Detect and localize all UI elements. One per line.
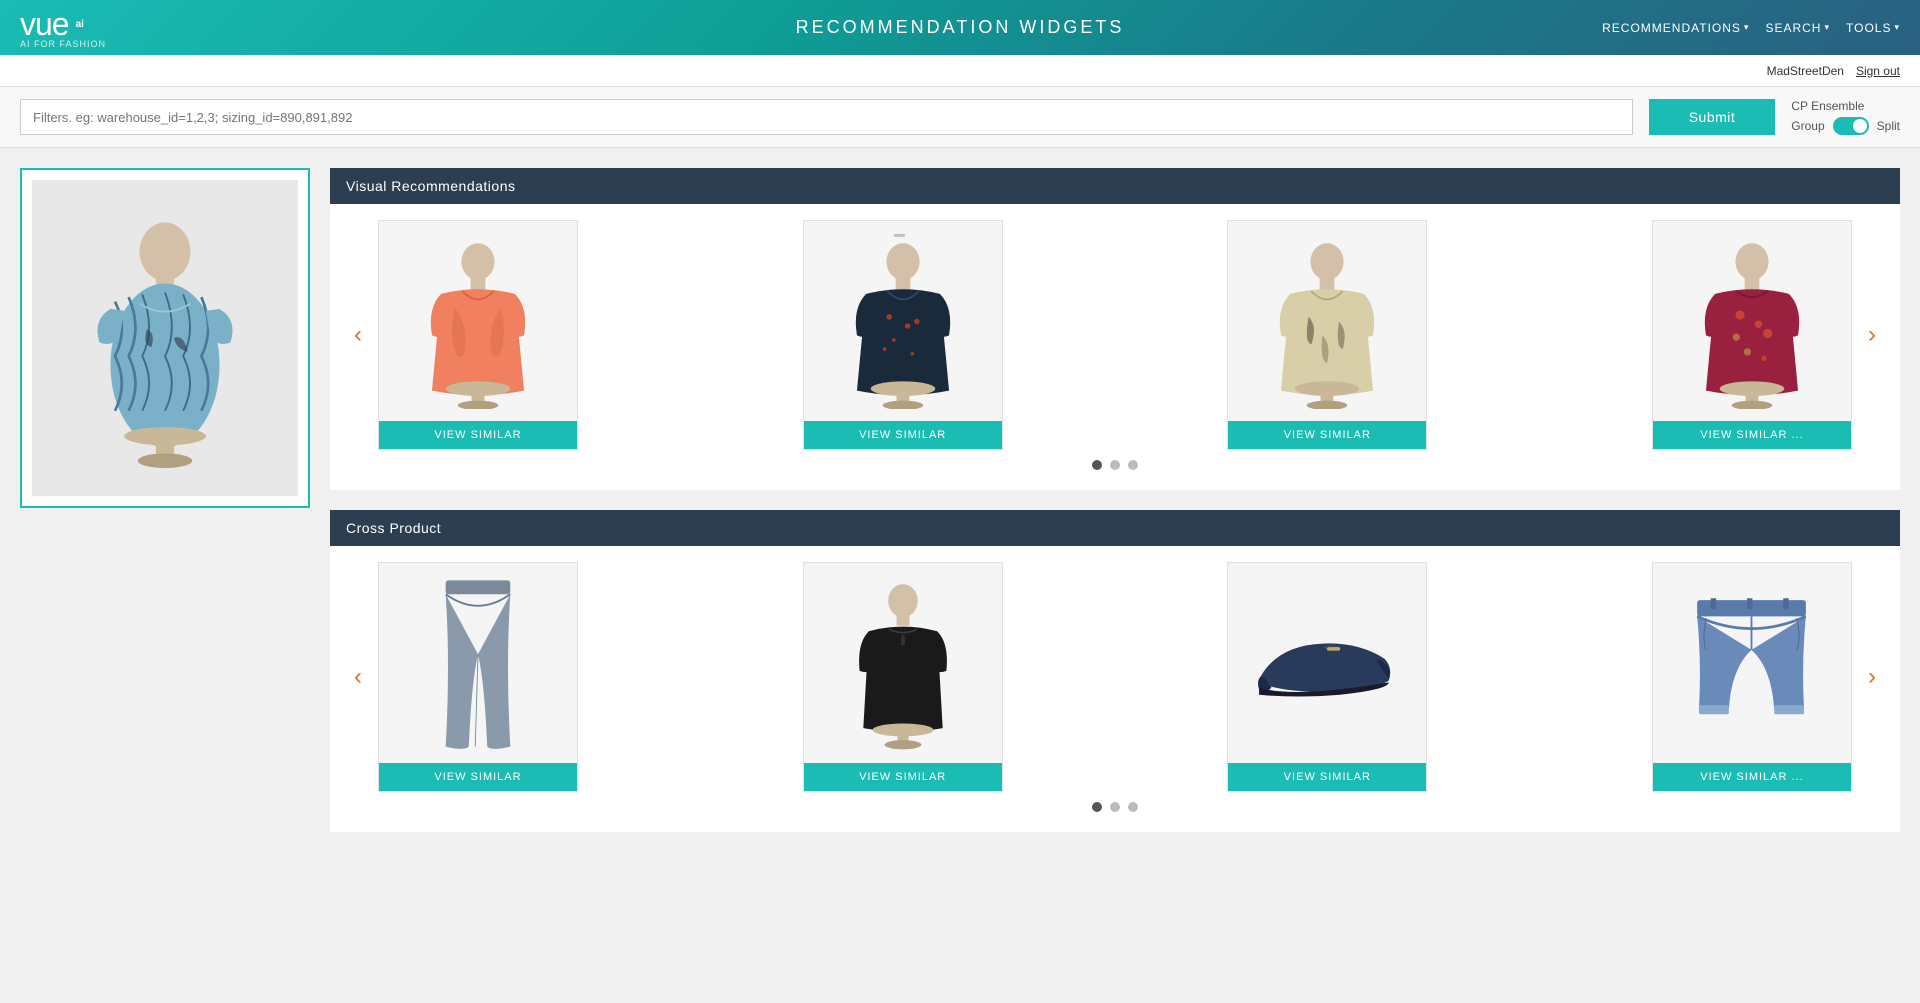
dot-2[interactable]	[1110, 460, 1120, 470]
cross-dot-2[interactable]	[1110, 802, 1120, 812]
view-similar-vr3[interactable]: VIEW SIMILAR	[1228, 421, 1426, 449]
toggle-group-label: Group	[1791, 119, 1824, 133]
next-arrow-cross[interactable]: ›	[1860, 663, 1884, 691]
visual-recommendations-section: Visual Recommendations ‹	[330, 168, 1900, 490]
product-card-cp3: VIEW SIMILAR	[1227, 562, 1427, 792]
view-similar-vr2[interactable]: VIEW SIMILAR	[804, 421, 1002, 449]
product-card-cp2: VIEW SIMILAR	[803, 562, 1003, 792]
logo-subtitle: AI FOR FASHION	[20, 39, 106, 49]
product-image-cp2	[804, 563, 1002, 763]
dot-3[interactable]	[1128, 460, 1138, 470]
prev-arrow-visual[interactable]: ‹	[346, 321, 370, 349]
nav-search[interactable]: SEARCH ▾	[1765, 21, 1830, 35]
nav-recommendations[interactable]: RECOMMENDATIONS ▾	[1602, 21, 1749, 35]
product-image-cp4	[1653, 563, 1851, 763]
right-panel: Visual Recommendations ‹	[330, 168, 1900, 832]
visual-recommendations-header: Visual Recommendations	[330, 168, 1900, 204]
submit-button[interactable]: Submit	[1649, 99, 1776, 135]
product-image-vr3	[1228, 221, 1426, 421]
product-card-vr4: VIEW SIMILAR ...	[1652, 220, 1852, 450]
user-bar: MadStreetDen Sign out	[0, 55, 1920, 87]
header: vue ai AI FOR FASHION RECOMMENDATION WID…	[0, 0, 1920, 55]
view-similar-cp3[interactable]: VIEW SIMILAR	[1228, 763, 1426, 791]
product-card-vr2: VIEW SIMILAR	[803, 220, 1003, 450]
chevron-down-icon: ▾	[1824, 22, 1830, 33]
header-nav: RECOMMENDATIONS ▾ SEARCH ▾ TOOLS ▾	[1602, 21, 1900, 35]
view-similar-cp2[interactable]: VIEW SIMILAR	[804, 763, 1002, 791]
product-card-cp1: VIEW SIMILAR	[378, 562, 578, 792]
product-svg-vr3	[1267, 234, 1387, 409]
visual-recommendations-carousel: ‹	[346, 220, 1884, 450]
product-card-vr1: VIEW SIMILAR	[378, 220, 578, 450]
product-image-cp1	[379, 563, 577, 763]
logo-vue-text: vue	[20, 6, 69, 43]
view-similar-vr1[interactable]: VIEW SIMILAR	[379, 421, 577, 449]
prev-arrow-cross[interactable]: ‹	[346, 663, 370, 691]
cross-product-header: Cross Product	[330, 510, 1900, 546]
logo-ai-badge: ai	[73, 18, 87, 31]
toggle-row: Group Split	[1791, 117, 1900, 135]
visual-product-grid: VIEW SIMILAR	[378, 220, 1852, 450]
product-svg-cp2	[843, 571, 963, 756]
main-product-panel	[20, 168, 310, 508]
group-toggle[interactable]	[1833, 117, 1869, 135]
product-svg-cp3	[1252, 608, 1402, 718]
cross-dot-3[interactable]	[1128, 802, 1138, 812]
toggle-split-label: Split	[1877, 119, 1900, 133]
cross-dot-1[interactable]	[1092, 802, 1102, 812]
product-svg-cp1	[418, 571, 538, 756]
next-arrow-visual[interactable]: ›	[1860, 321, 1884, 349]
cross-product-body: ‹	[330, 546, 1900, 832]
filter-input[interactable]	[20, 99, 1633, 135]
view-similar-cp4[interactable]: VIEW SIMILAR ...	[1653, 763, 1851, 791]
cross-product-grid: VIEW SIMILAR	[378, 562, 1852, 792]
visual-recommendations-body: ‹	[330, 204, 1900, 490]
product-card-cp4: VIEW SIMILAR ...	[1652, 562, 1852, 792]
product-image-vr1	[379, 221, 577, 421]
dot-1[interactable]	[1092, 460, 1102, 470]
cross-dots	[346, 792, 1884, 816]
product-image-cp3	[1228, 563, 1426, 763]
visual-dots	[346, 450, 1884, 474]
product-svg-vr4	[1692, 234, 1812, 409]
view-similar-vr4[interactable]: VIEW SIMILAR ...	[1653, 421, 1851, 449]
username: MadStreetDen	[1767, 64, 1844, 78]
page-title: RECOMMENDATION WIDGETS	[796, 17, 1125, 38]
main-product-image	[32, 180, 298, 496]
main-content: Visual Recommendations ‹	[0, 148, 1920, 852]
toggle-cp-ensemble-label: CP Ensemble	[1791, 99, 1864, 113]
filter-bar: Submit CP Ensemble Group Split	[0, 87, 1920, 148]
nav-tools[interactable]: TOOLS ▾	[1846, 21, 1900, 35]
view-similar-cp1[interactable]: VIEW SIMILAR	[379, 763, 577, 791]
product-svg-vr2	[843, 234, 963, 409]
product-svg-cp4	[1679, 591, 1824, 736]
logo: vue ai AI FOR FASHION	[20, 6, 106, 49]
toggle-area: CP Ensemble Group Split	[1791, 99, 1900, 135]
chevron-down-icon: ▾	[1744, 22, 1750, 33]
product-svg-vr1	[418, 234, 538, 409]
product-image-vr4	[1653, 221, 1851, 421]
cross-product-section: Cross Product ‹	[330, 510, 1900, 832]
product-card-vr3: VIEW SIMILAR	[1227, 220, 1427, 450]
product-image-vr2	[804, 221, 1002, 421]
cross-product-carousel: ‹	[346, 562, 1884, 792]
main-product-svg	[65, 198, 265, 478]
sign-out-button[interactable]: Sign out	[1856, 64, 1900, 78]
chevron-down-icon: ▾	[1894, 22, 1900, 33]
